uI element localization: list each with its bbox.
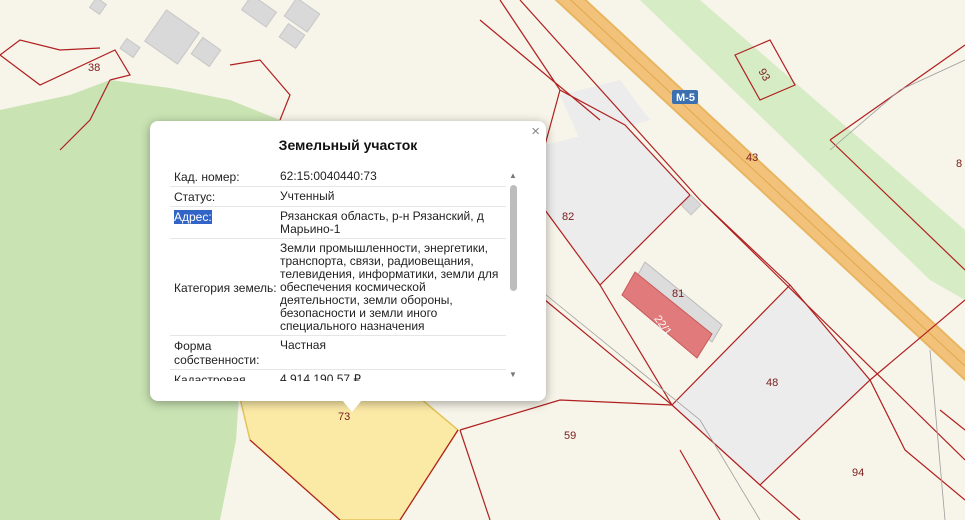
row-value: Земли промышленности, энергетики, трансп…	[280, 241, 499, 333]
plot-label-73: 73	[338, 411, 350, 423]
road-label-m5: M-5	[672, 90, 698, 104]
row-value: 62:15:0040440:73	[280, 169, 377, 183]
row-value: 4 914 190,57 ₽	[280, 372, 362, 382]
plot-label-94: 94	[852, 467, 864, 479]
row-value: Частная	[280, 338, 326, 352]
row-key: Категория земель:	[174, 280, 277, 295]
row-value: Рязанская область, р-н Рязанский, д Марь…	[280, 209, 484, 236]
row-cadastral-number: Кад. номер: 62:15:0040440:73	[170, 167, 506, 187]
row-key: Форма собственности:	[174, 339, 260, 367]
scroll-thumb[interactable]	[510, 185, 517, 291]
row-key: Кад. номер:	[174, 170, 240, 184]
selected-text-highlight: Адрес:	[174, 210, 212, 224]
plot-label-8: 8	[956, 158, 962, 170]
plot-label-43: 43	[746, 152, 758, 164]
row-cadastral-value: Кадастровая 4 914 190,57 ₽	[170, 370, 506, 382]
plot-label-38: 38	[88, 62, 100, 74]
scroll-up-icon[interactable]: ▲	[509, 171, 517, 180]
scroll-down-icon[interactable]: ▼	[509, 370, 517, 379]
popup-title: Земельный участок	[278, 137, 418, 153]
plot-label-82: 82	[562, 211, 574, 223]
row-key: Кадастровая	[174, 373, 246, 381]
plot-info-popup: × Земельный участок Кад. номер: 62:15:00…	[150, 121, 546, 412]
row-address: Адрес: Рязанская область, р-н Рязанский,…	[170, 207, 506, 239]
plot-label-59: 59	[564, 430, 576, 442]
row-key: Статус:	[174, 190, 216, 204]
row-status: Статус: Учтенный	[170, 187, 506, 207]
row-key: Адрес:	[170, 207, 277, 238]
popup-tail	[342, 400, 362, 412]
popup-scrollbar[interactable]: ▲ ▼	[507, 167, 519, 381]
svg-text:M-5: M-5	[676, 92, 695, 104]
plot-label-81: 81	[672, 288, 684, 300]
row-ownership-form: Форма собственности: Частная	[170, 336, 506, 370]
row-land-category: Категория земель: Земли промышленности, …	[170, 239, 506, 336]
popup-attribute-table[interactable]: Кад. номер: 62:15:0040440:73 Статус: Учт…	[170, 167, 506, 381]
row-value: Учтенный	[280, 189, 335, 203]
plot-label-48: 48	[766, 377, 778, 389]
